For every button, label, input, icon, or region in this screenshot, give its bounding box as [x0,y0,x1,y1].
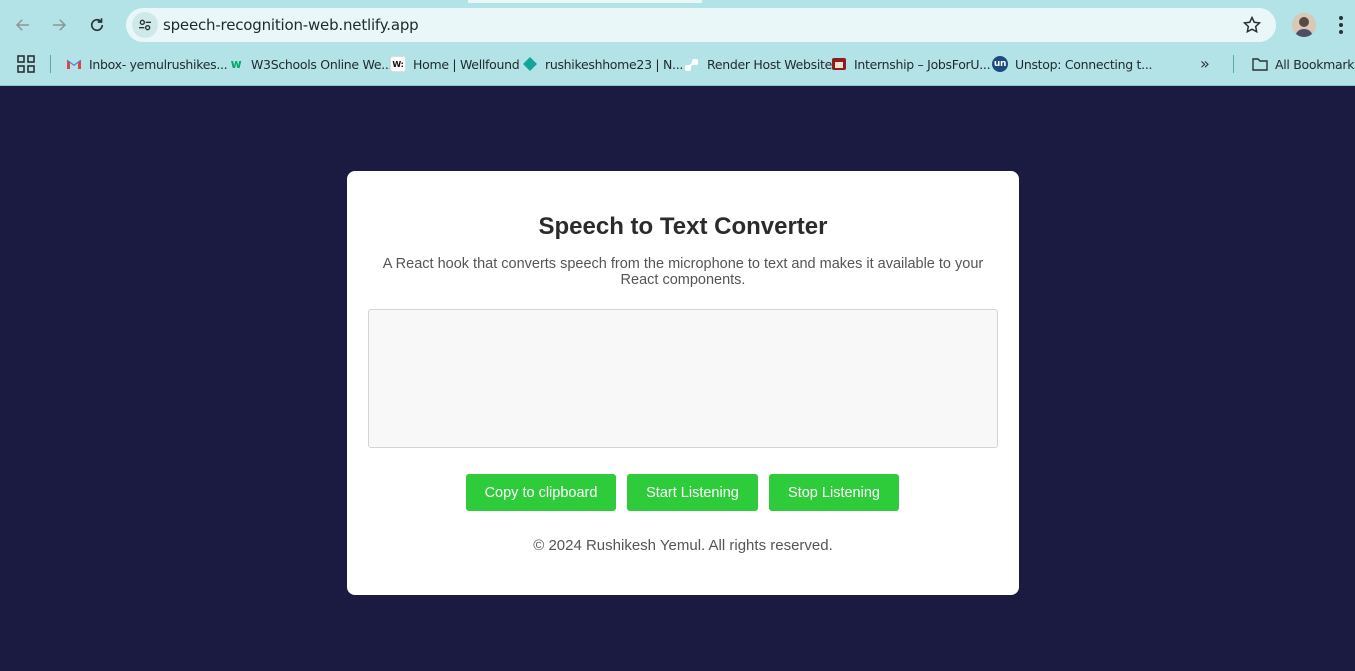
back-button[interactable] [9,11,37,39]
copyright-footer: © 2024 Rushikesh Yemul. All rights reser… [533,537,833,554]
unstop-icon: un [992,56,1008,72]
tune-icon [139,19,151,31]
more-menu-icon[interactable] [1333,14,1349,36]
apps-grid-icon[interactable] [17,55,35,73]
bookmark-netlify[interactable]: rushikeshhome23 | N... [522,54,683,74]
all-bookmarks-button[interactable]: All Bookmarks [1252,54,1355,74]
transcript-box[interactable] [368,309,998,448]
start-listening-button[interactable]: Start Listening [627,474,758,511]
url-text[interactable]: speech-recognition-web.netlify.app [163,16,419,34]
bookmark-separator [1233,55,1234,73]
netlify-icon [522,56,538,72]
converter-card: Speech to Text Converter A React hook th… [347,171,1019,595]
bookmark-unstop[interactable]: un Unstop: Connecting t... [992,54,1152,74]
bookmarks-bar: Inbox- yemulrushikes... w W3Schools Onli… [0,50,1355,78]
bookmark-render[interactable]: Render Host Website [684,54,832,74]
w3schools-icon: w [230,57,242,71]
bookmark-gmail[interactable]: Inbox- yemulrushikes... [66,54,228,74]
reload-button[interactable] [83,11,111,39]
active-tab-indicator [468,0,702,3]
browser-toolbar: speech-recognition-web.netlify.app Inbox… [0,0,1355,86]
page-title: Speech to Text Converter [538,213,828,240]
render-icon [684,56,700,72]
reload-icon [90,18,104,32]
site-info-button[interactable] [132,12,158,38]
bookmark-jobsforu[interactable]: Internship – JobsForU... [831,54,991,74]
arrow-right-icon [53,19,67,31]
wellfound-icon: W: [390,56,406,72]
bookmark-star-icon[interactable] [1242,15,1262,35]
bookmark-wellfound[interactable]: W: Home | Wellfound [390,54,520,74]
bookmark-w3schools[interactable]: w W3Schools Online We... [228,54,393,74]
jobsforu-icon [831,56,847,72]
arrow-left-icon [15,19,29,31]
copy-to-clipboard-button[interactable]: Copy to clipboard [466,474,616,511]
more-bookmarks-icon[interactable]: » [1200,54,1210,73]
profile-avatar[interactable] [1292,13,1316,37]
page-subtitle: A React hook that converts speech from t… [382,256,984,288]
bookmark-separator [50,55,51,73]
address-bar[interactable]: speech-recognition-web.netlify.app [126,8,1276,42]
gmail-icon [66,56,82,72]
stop-listening-button[interactable]: Stop Listening [769,474,899,511]
forward-button[interactable] [45,11,73,39]
avatar-icon [1292,13,1316,37]
folder-icon [1252,56,1268,72]
